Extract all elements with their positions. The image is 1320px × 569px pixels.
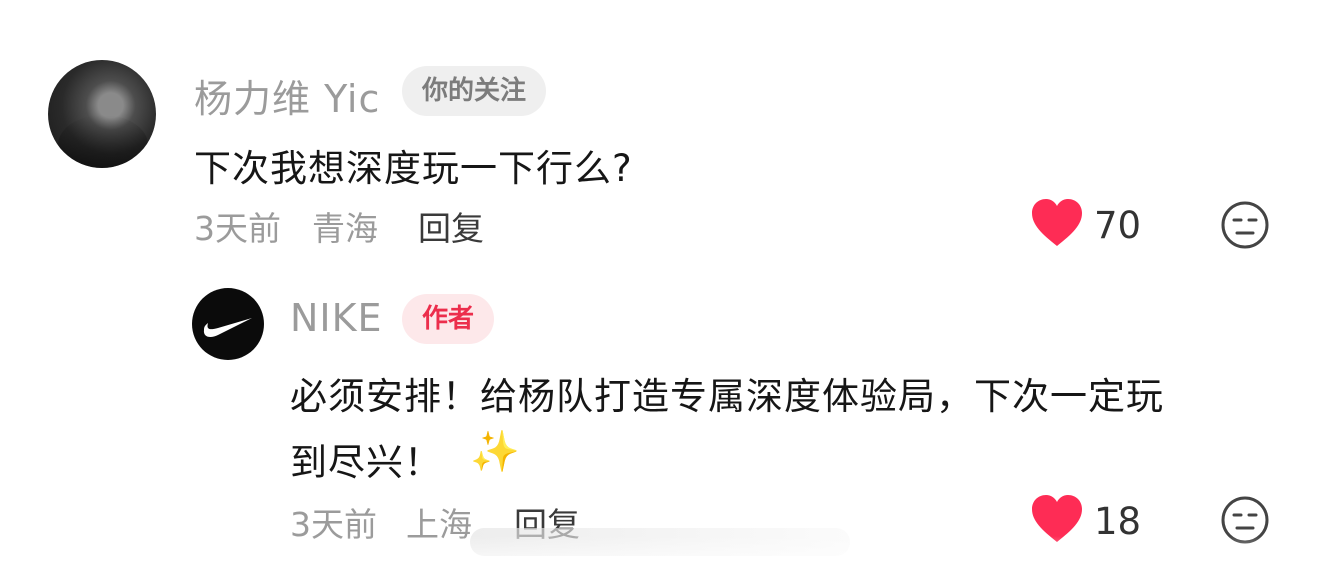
comment-text-line-2: 到尽兴！	[290, 441, 442, 484]
avatar-user-yangliwei[interactable]	[48, 60, 156, 168]
comment-location: 青海	[312, 209, 378, 248]
comment-text-line-1: 必须安排！给杨队打造专属深度体验局，下次一定玩	[290, 375, 1164, 418]
sparkles-emoji: ✨	[470, 429, 520, 475]
comment-text: 下次我想深度玩一下行么?	[194, 147, 633, 190]
reply-button[interactable]: 回复	[418, 202, 484, 250]
like-count: 70	[1094, 204, 1142, 247]
author-badge: 作者	[402, 294, 495, 344]
bottom-fade	[0, 536, 1320, 569]
username[interactable]: NIKE	[290, 296, 383, 340]
avatar-photo	[58, 115, 148, 168]
username[interactable]: 杨力维 Yic	[194, 68, 380, 123]
avatar-nike[interactable]	[192, 288, 264, 360]
nike-swoosh-logo-icon	[203, 318, 252, 338]
following-badge: 你的关注	[402, 66, 547, 116]
dislike-face-icon[interactable]	[1220, 200, 1270, 250]
comment-time: 3天前	[194, 209, 281, 248]
heart-icon[interactable]	[1030, 198, 1084, 248]
